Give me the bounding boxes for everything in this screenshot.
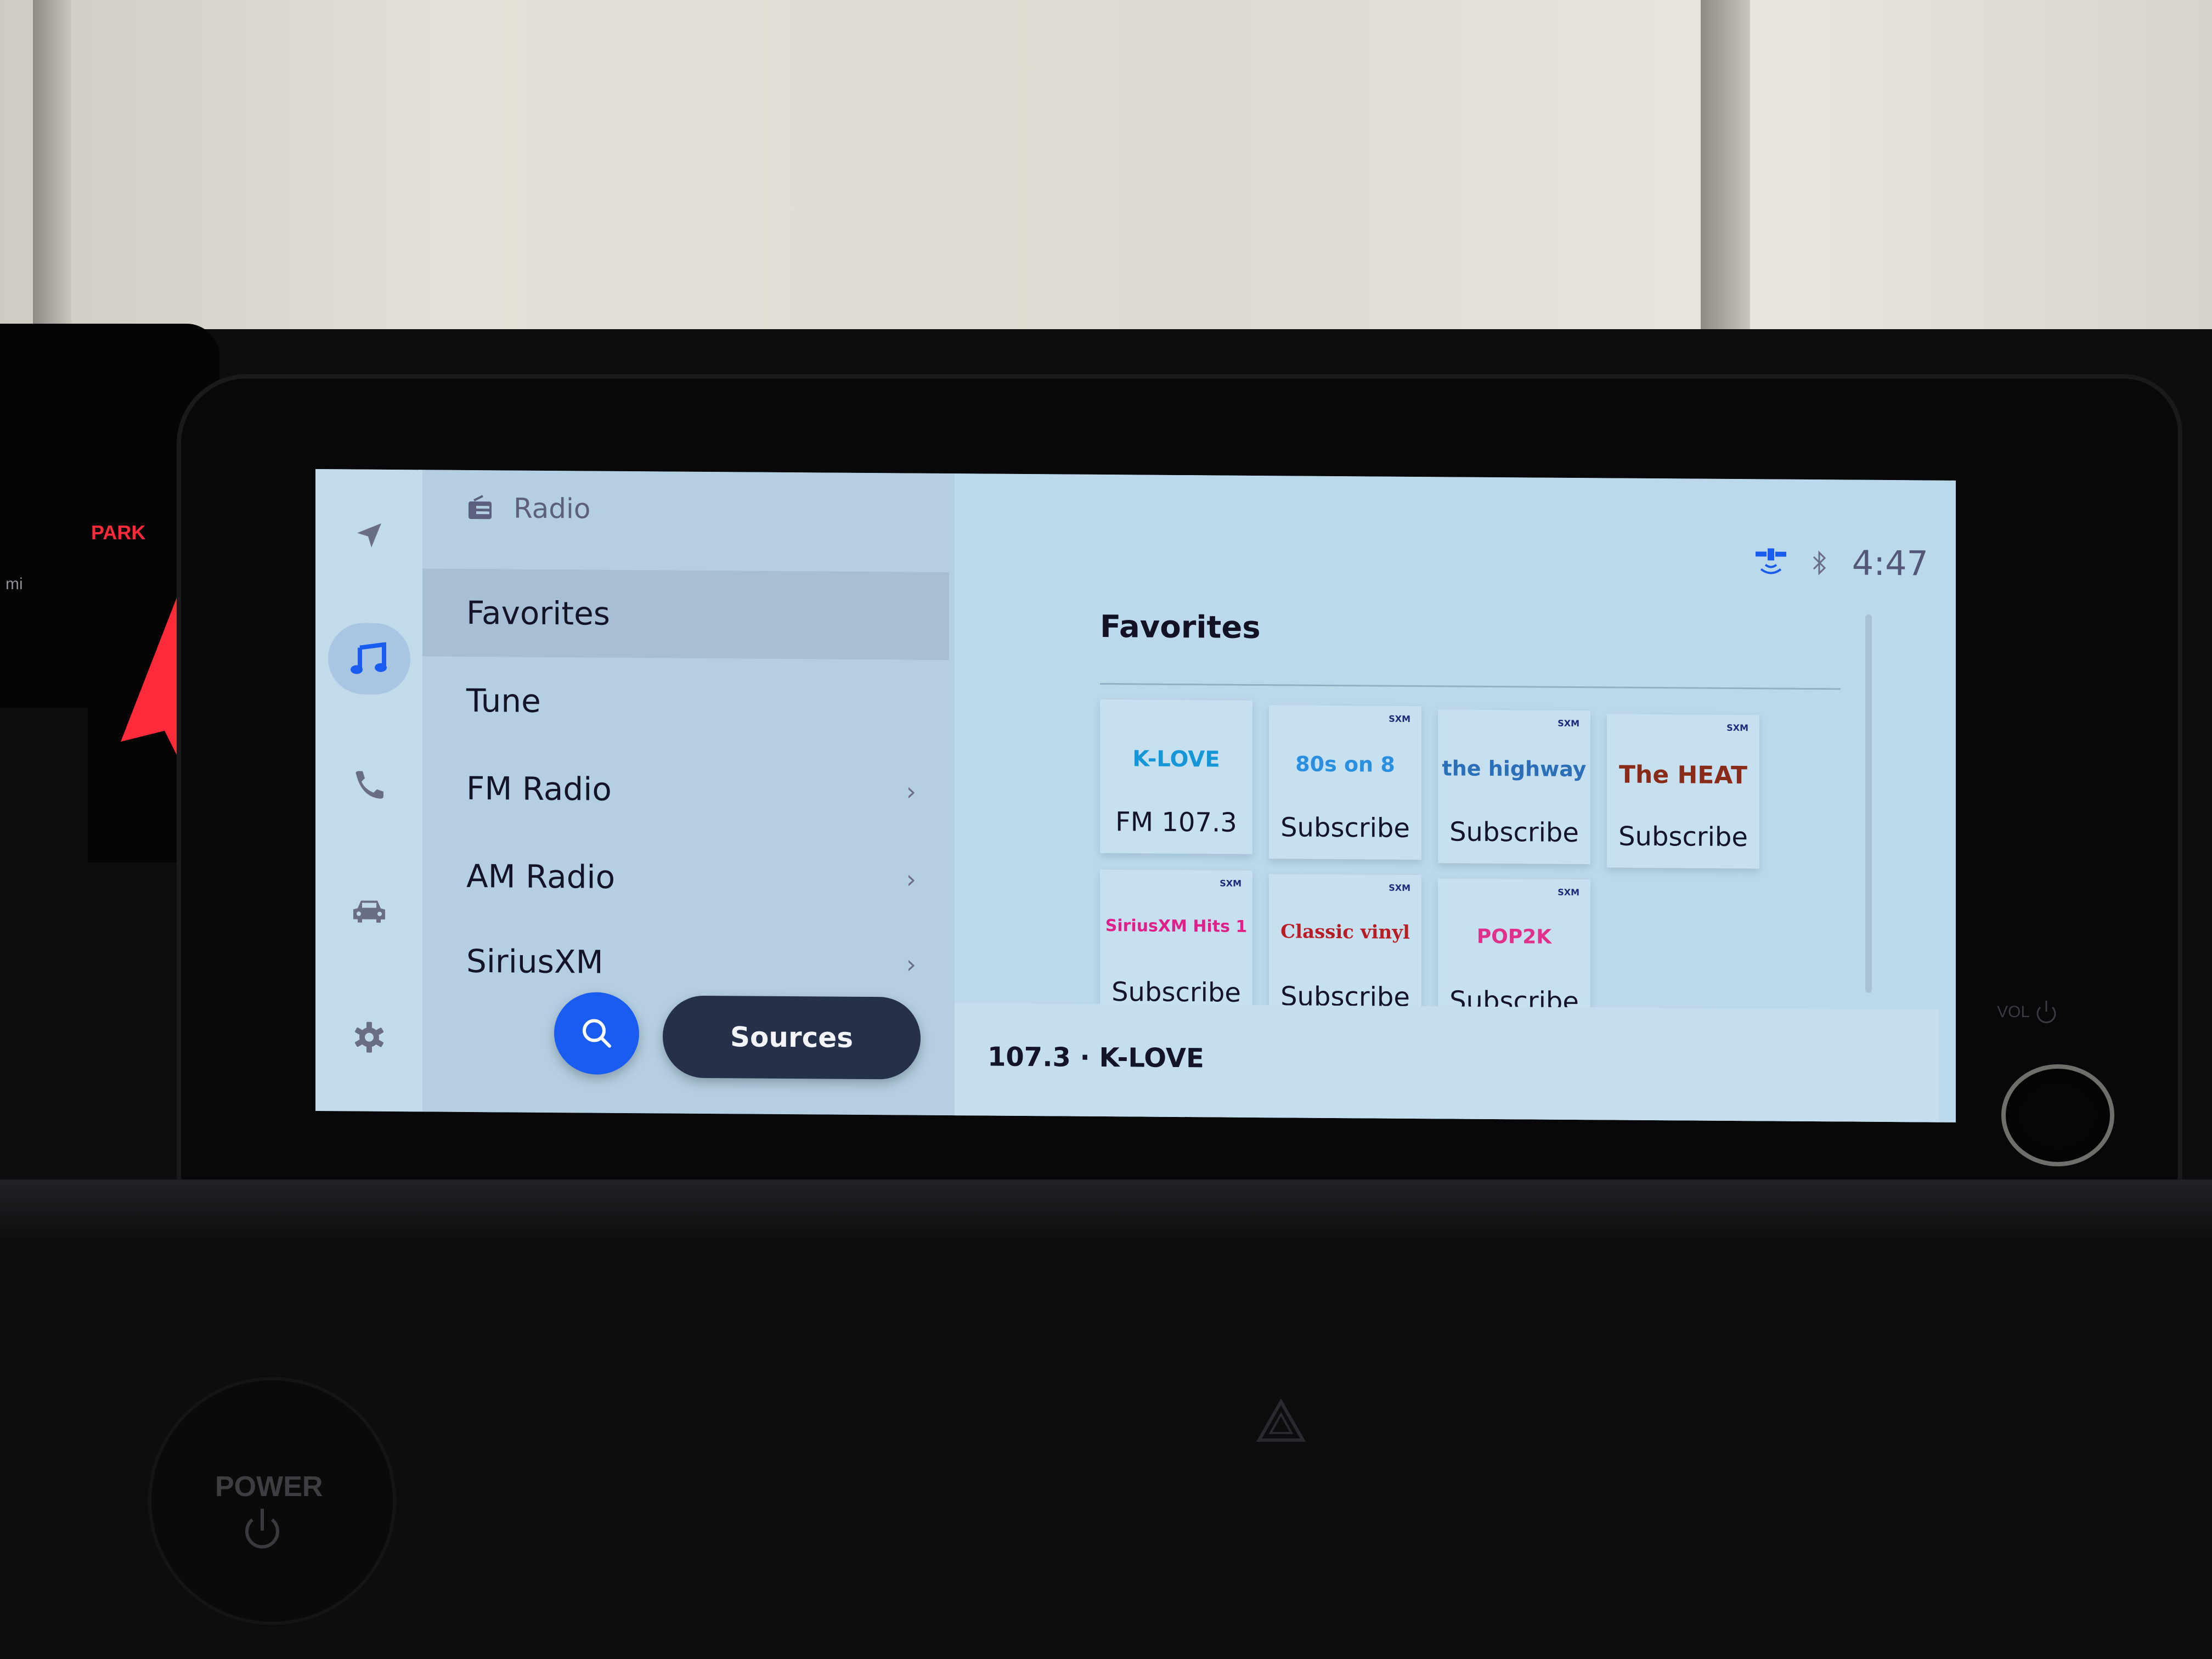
menu-item-label: SiriusXM — [466, 942, 603, 981]
app-rail — [315, 469, 422, 1112]
favorites-panel: 4:47 Favorites K-LOVE FM 107.3 SXM 80s o… — [955, 473, 1956, 1122]
chevron-right-icon: › — [906, 949, 916, 979]
rail-item-vehicle[interactable] — [315, 870, 422, 952]
car-icon — [353, 900, 385, 923]
tile-caption: Subscribe — [1280, 812, 1410, 844]
infotainment-screen: Radio Favorites Tune FM Radio › AM Radio… — [315, 469, 1956, 1122]
siriusxm-badge-icon: SXM — [1220, 878, 1242, 889]
station-logo: K-LOVE — [1132, 746, 1220, 772]
dash-trim — [0, 1180, 2212, 1245]
siriusxm-badge-icon: SXM — [1389, 713, 1410, 724]
bluetooth-icon — [1813, 550, 1826, 575]
menu-item-label: Favorites — [466, 594, 610, 633]
satellite-signal-icon — [1755, 548, 1786, 574]
favorite-tile[interactable]: SXM The HEAT Subscribe — [1607, 714, 1759, 869]
rail-item-settings[interactable] — [315, 996, 422, 1079]
page-title: Favorites — [1100, 608, 1261, 646]
menu-item-label: Tune — [466, 681, 541, 720]
station-logo: 80s on 8 — [1295, 752, 1395, 777]
favorites-grid: K-LOVE FM 107.3 SXM 80s on 8 Subscribe S… — [1100, 699, 1835, 1034]
title-divider — [1100, 682, 1841, 690]
favorite-tile[interactable]: SXM the highway Subscribe — [1438, 709, 1590, 865]
favorite-tile[interactable]: SXM SiriusXM Hits 1 Subscribe — [1100, 869, 1252, 1024]
search-icon — [582, 1019, 611, 1048]
volume-knob[interactable] — [2001, 1064, 2114, 1166]
menu-header: Radio — [466, 492, 591, 525]
menu-item-label: AM Radio — [466, 857, 616, 896]
navigation-arrow-icon — [357, 523, 381, 548]
rail-item-media[interactable] — [315, 617, 422, 700]
favorite-tile[interactable]: SXM 80s on 8 Subscribe — [1269, 705, 1421, 860]
now-playing-station: 107.3 · K-LOVE — [988, 1041, 1204, 1074]
menu-item-siriusxm[interactable]: SiriusXM › — [422, 917, 949, 1008]
hazard-icon[interactable] — [1256, 1399, 1306, 1443]
now-playing-bar[interactable]: 107.3 · K-LOVE — [955, 1003, 1939, 1122]
active-indicator — [328, 623, 410, 695]
radio-menu: Radio Favorites Tune FM Radio › AM Radio… — [422, 470, 955, 1116]
rail-item-navigation[interactable] — [315, 494, 422, 577]
power-icon — [245, 1509, 279, 1549]
phone-icon — [356, 771, 383, 799]
siriusxm-badge-icon: SXM — [1558, 718, 1579, 729]
menu-title: Radio — [514, 492, 591, 525]
menu-item-fm-radio[interactable]: FM Radio › — [422, 744, 949, 836]
power-label: POWER — [215, 1471, 323, 1503]
favorite-tile[interactable]: K-LOVE FM 107.3 — [1100, 699, 1252, 854]
station-logo: The HEAT — [1618, 760, 1748, 790]
tile-caption: Subscribe — [1111, 977, 1241, 1008]
search-button[interactable] — [554, 992, 639, 1075]
siriusxm-badge-icon: SXM — [1389, 882, 1410, 893]
status-bar: 4:47 — [1754, 542, 1928, 584]
distance-unit: mi — [5, 575, 23, 593]
station-logo: Classic vinyl — [1280, 921, 1410, 944]
tile-caption: Subscribe — [1618, 821, 1748, 853]
volume-power-icon — [2036, 1001, 2056, 1024]
clock: 4:47 — [1852, 543, 1928, 584]
station-logo: the highway — [1442, 756, 1587, 782]
tile-caption: Subscribe — [1449, 816, 1579, 849]
sources-button[interactable]: Sources — [663, 995, 921, 1080]
station-logo: SiriusXM Hits 1 — [1105, 916, 1248, 936]
gear-icon — [354, 1022, 383, 1053]
menu-item-am-radio[interactable]: AM Radio › — [422, 832, 949, 923]
menu-item-label: FM Radio — [466, 769, 612, 808]
siriusxm-badge-icon: SXM — [1558, 887, 1579, 898]
music-note-icon — [350, 642, 387, 674]
volume-label: VOL — [1997, 1003, 2030, 1021]
siriusxm-badge-icon: SXM — [1726, 722, 1748, 733]
tile-caption: FM 107.3 — [1115, 806, 1237, 838]
radio-icon — [469, 495, 492, 520]
scrollbar[interactable] — [1865, 614, 1872, 993]
chevron-right-icon: › — [906, 776, 916, 806]
park-indicator: PARK — [91, 521, 146, 544]
menu-item-tune[interactable]: Tune — [422, 656, 949, 748]
station-logo: POP2K — [1476, 925, 1552, 949]
rail-item-phone[interactable] — [315, 743, 422, 826]
chevron-right-icon: › — [906, 864, 916, 894]
menu-item-favorites[interactable]: Favorites — [422, 568, 949, 661]
